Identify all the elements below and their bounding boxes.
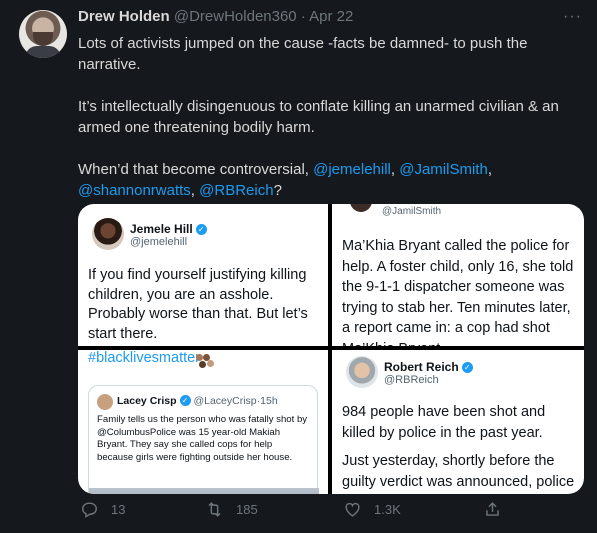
para3-prefix: When’d that become controversial, (78, 161, 314, 178)
jemele-name-text: Jemele Hill (130, 222, 193, 236)
lacey-name: Lacey Crisp (117, 395, 177, 407)
reich-text-1: 984 people have been shot and killed by … (342, 404, 546, 441)
quote-header: Lacey Crisp ✓ @LaceyCrisp·15h (117, 395, 278, 407)
tweet-paragraph-1: Lots of activists jumped on the cause -f… (78, 35, 528, 73)
reply-count: 13 (111, 502, 126, 517)
reich-name-text: Robert Reich (384, 360, 459, 374)
mention-rbreich[interactable]: @RBReich (199, 182, 273, 199)
author-handle[interactable]: @DrewHolden360 (174, 8, 297, 25)
retweet-icon (208, 502, 221, 517)
jemele-name: Jemele Hill ✓ (130, 222, 207, 236)
reich-avatar (346, 356, 378, 388)
hashtag-blacklivesmatter: #blacklivesmatter (88, 350, 201, 366)
tweet-paragraph-2: It’s intellectually disingenuous to conf… (78, 98, 559, 136)
media-grid: Jemele Hill ✓ @jemelehill If you find you… (78, 204, 584, 494)
share-icon (486, 502, 499, 516)
comma: , (390, 161, 400, 178)
mention-jamilsmith[interactable]: @JamilSmith (399, 161, 488, 178)
heart-icon (345, 502, 360, 517)
more-options-icon[interactable]: ··· (563, 8, 582, 26)
lacey-handle: @LaceyCrisp (193, 395, 257, 407)
tweet-body: Lots of activists jumped on the cause -f… (78, 33, 578, 222)
jamil-handle: @JamilSmith (382, 206, 442, 217)
jamil-avatar (350, 204, 372, 212)
share-button[interactable] (483, 500, 502, 519)
screenshot-robert-reich[interactable]: Robert Reich ✓ @RBReich 984 people have b… (332, 350, 584, 494)
screenshot-jemele-hill[interactable]: Jemele Hill ✓ @jemelehill If you find you… (78, 204, 328, 346)
quoted-tweet: Lacey Crisp ✓ @LaceyCrisp·15h Family tell… (88, 385, 319, 494)
tweet-actions: 13 185 1.3K (0, 500, 597, 526)
jemele-text: If you find yourself justifying killing … (88, 267, 308, 342)
tweet-paragraph-3: When’d that become controversial, @jemel… (78, 159, 578, 201)
tweet-date[interactable]: Apr 22 (309, 8, 353, 25)
reich-name: Robert Reich ✓ (384, 360, 473, 374)
verified-icon: ✓ (195, 224, 207, 235)
reply-icon (82, 502, 97, 518)
reich-text: 984 people have been shot and killed by … (342, 402, 578, 494)
like-count: 1.3K (374, 502, 401, 517)
mention-shannonrwatts[interactable]: @shannonrwatts (78, 182, 191, 199)
quote-text: Family tells us the person who was fatal… (97, 414, 308, 463)
lacey-time: 15h (260, 395, 278, 407)
quote-photo (89, 488, 319, 494)
retweet-button[interactable]: 185 (205, 500, 258, 519)
like-button[interactable]: 1.3K (343, 500, 401, 519)
verified-icon: ✓ (461, 362, 473, 373)
jemele-handle: @jemelehill (130, 236, 188, 248)
lacey-avatar (97, 394, 113, 410)
verified-icon: ✓ (179, 395, 191, 406)
retweet-count: 185 (236, 502, 258, 517)
date-separator: · (300, 8, 306, 25)
comma: , (190, 182, 200, 199)
para3-suffix: ? (273, 182, 282, 199)
mention-jemelehill[interactable]: @jemelehill (313, 161, 391, 178)
comma: , (487, 161, 492, 178)
screenshot-jemele-quote[interactable]: #blacklivesmatter Lacey Crisp ✓ @LaceyCri… (78, 350, 328, 494)
jemele-avatar (92, 218, 124, 250)
author-name[interactable]: Drew Holden (78, 8, 170, 25)
reply-button[interactable]: 13 (80, 500, 125, 519)
tweet-header: Drew Holden @DrewHolden360 · Apr 22 (78, 8, 353, 25)
reich-handle: @RBReich (384, 374, 439, 386)
raised-fist-emoji-icon (196, 354, 218, 368)
reich-text-2: Just yesterday, shortly before the guilt… (342, 453, 575, 490)
screenshot-jamil-smith[interactable]: @JamilSmith Ma’Khia Bryant called the po… (332, 204, 584, 346)
jamil-text: Ma’Khia Bryant called the police for hel… (342, 238, 574, 346)
author-avatar[interactable] (19, 10, 67, 58)
